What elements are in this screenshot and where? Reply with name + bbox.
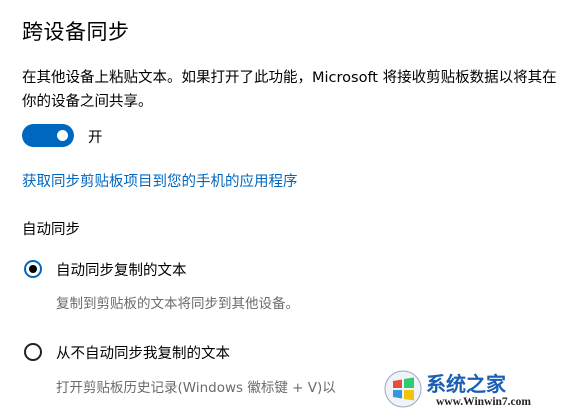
radio-never-sync-label[interactable]: 从不自动同步我复制的文本 <box>56 342 230 363</box>
watermark-text: 系统之家 <box>426 372 506 396</box>
auto-sync-heading: 自动同步 <box>22 222 80 238</box>
radio-never-sync-sublabel: 打开剪贴板历史记录(Windows 徽标键 + V)以 <box>56 380 336 396</box>
radio-auto-sync-label[interactable]: 自动同步复制的文本 <box>56 259 187 280</box>
toggle-state-label: 开 <box>88 130 103 146</box>
radio-auto-sync[interactable] <box>24 260 42 278</box>
radio-never-sync[interactable] <box>24 343 42 361</box>
watermark: 系统之家 www.Winwin7.com <box>384 366 570 416</box>
radio-selected-dot <box>29 265 37 273</box>
radio-auto-sync-sublabel: 复制到剪贴板的文本将同步到其他设备。 <box>56 296 299 312</box>
clipboard-sync-description: 在其他设备上粘贴文本。如果打开了此功能，Microsoft 将接收剪贴板数据以将… <box>22 70 557 110</box>
phone-app-link[interactable]: 获取同步剪贴板项目到您的手机的应用程序 <box>22 170 298 191</box>
windows-flag-logo-icon <box>384 370 422 408</box>
sync-toggle[interactable] <box>22 124 74 147</box>
page-title: 跨设备同步 <box>22 20 130 44</box>
watermark-site: www.Winwin7.com <box>436 396 531 408</box>
toggle-knob <box>57 130 68 141</box>
